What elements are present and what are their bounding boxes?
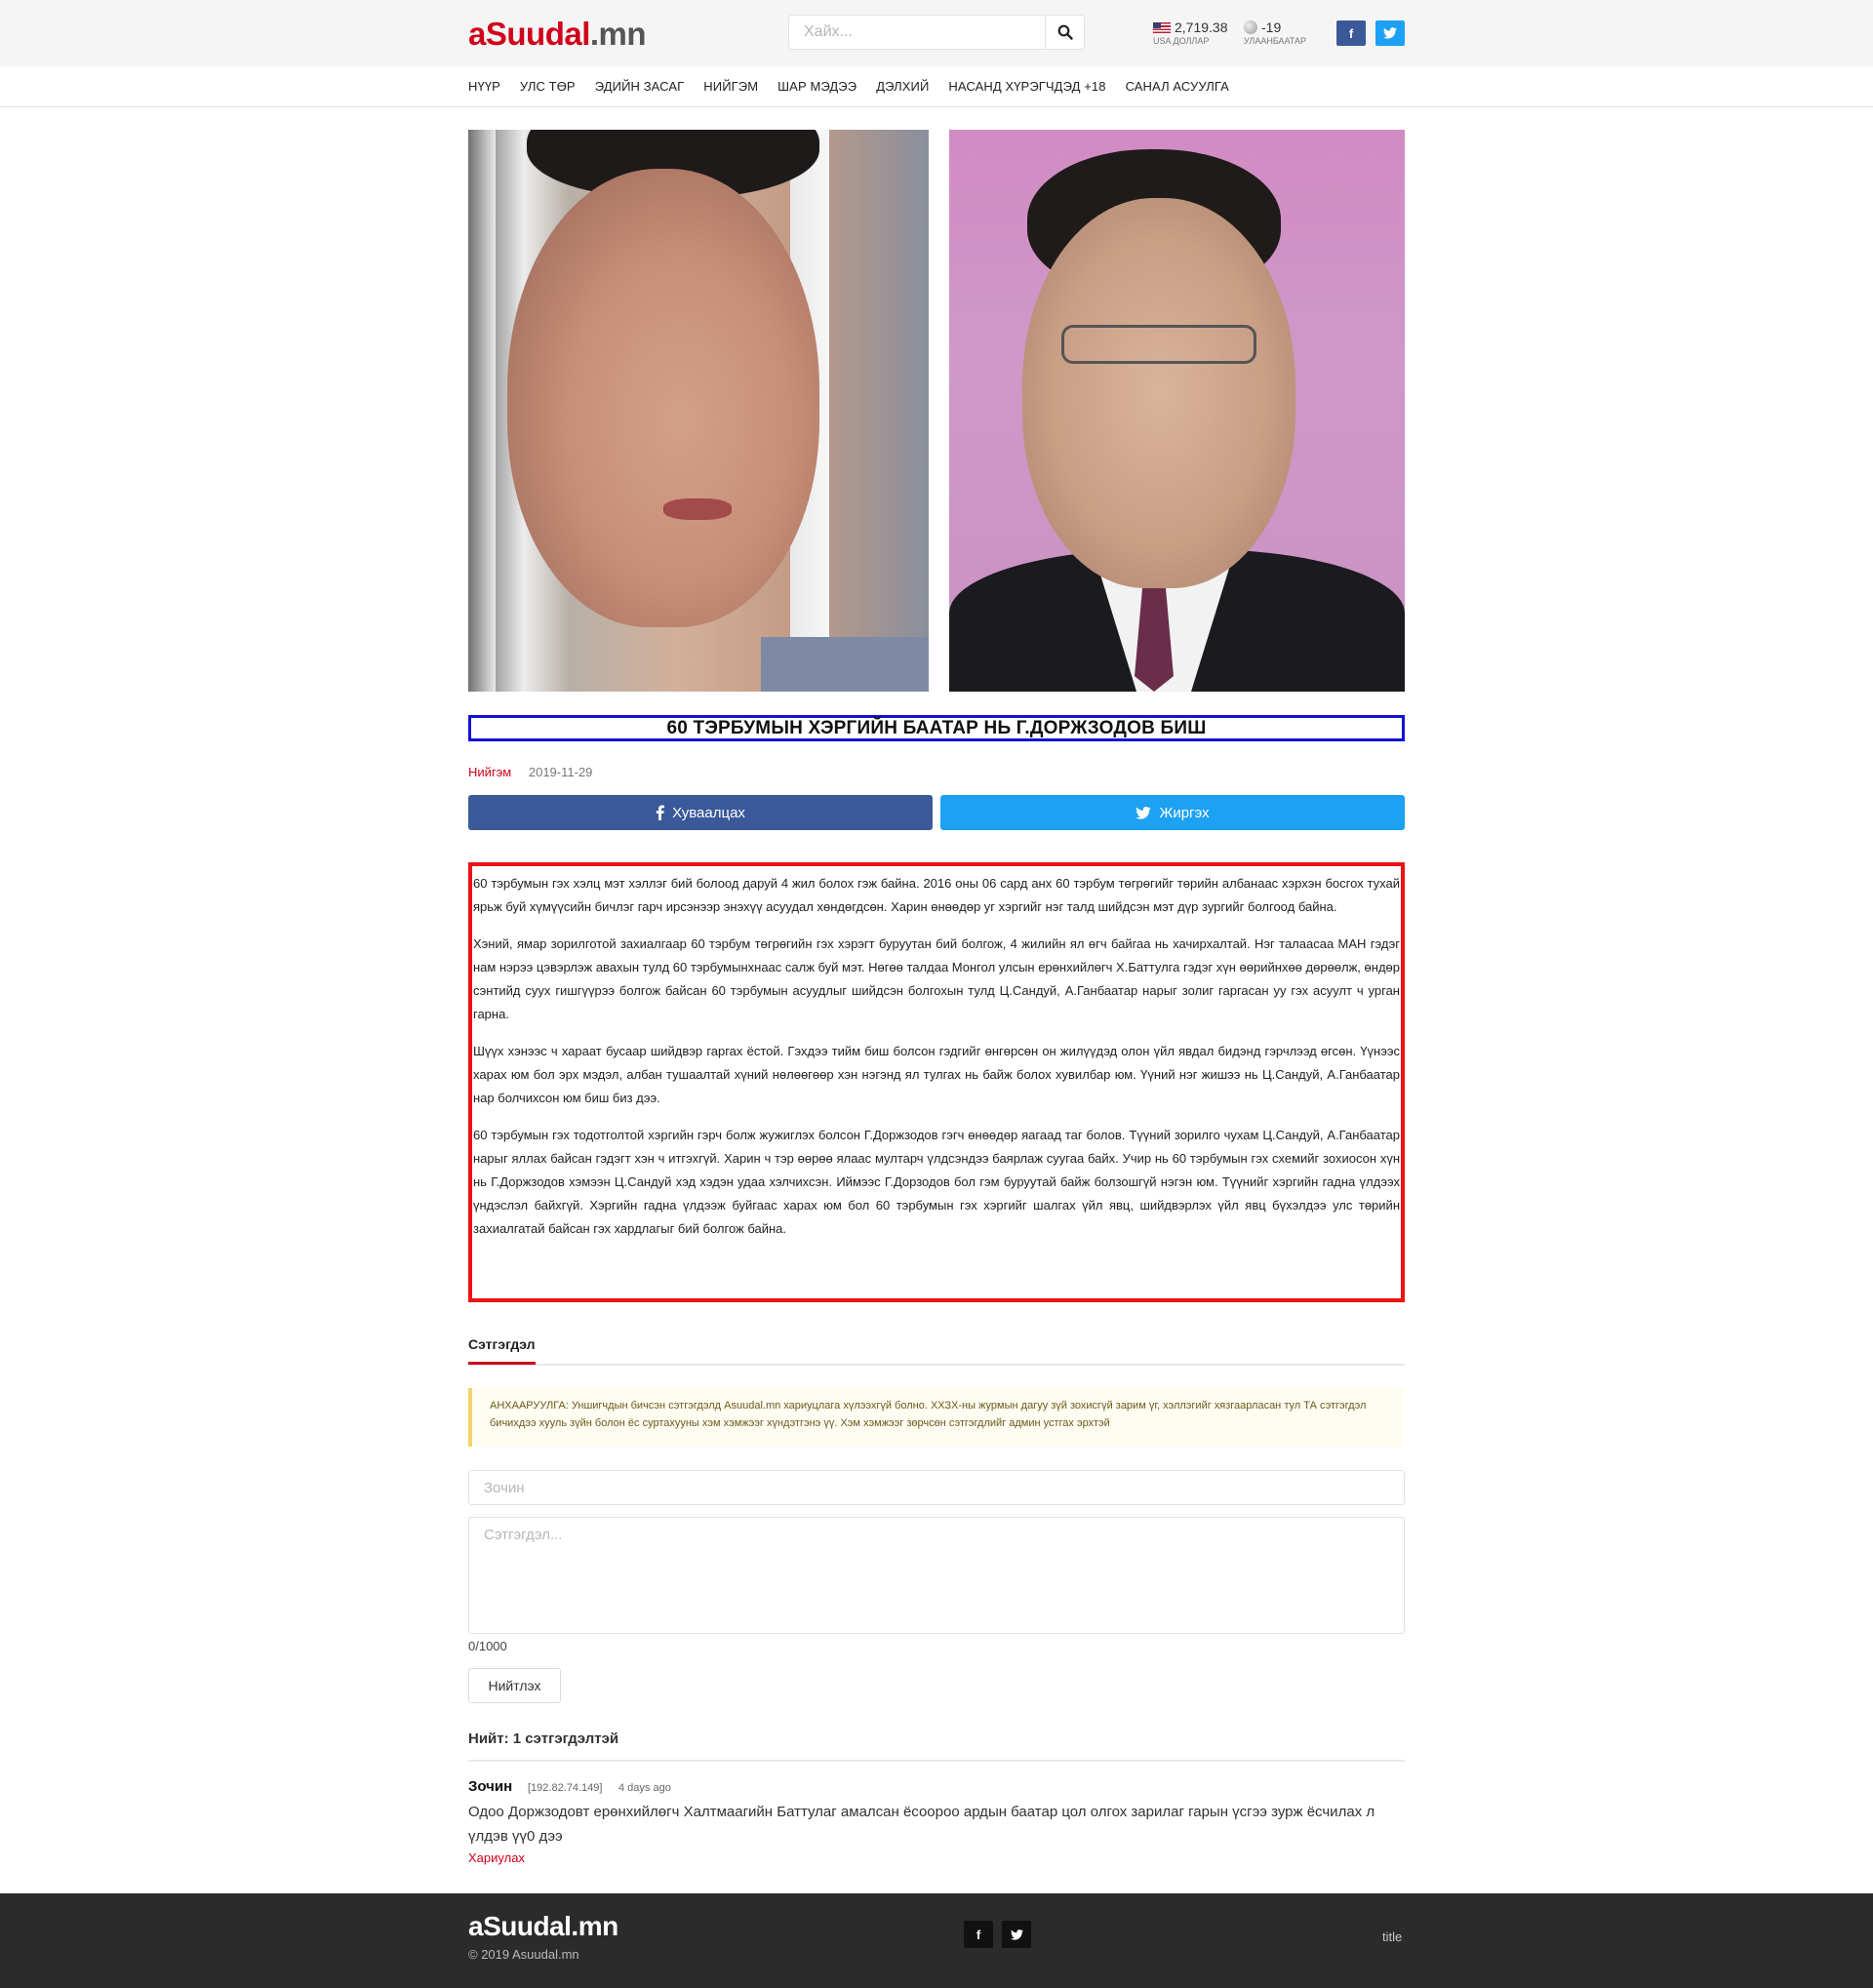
photo-right-face xyxy=(1022,198,1295,588)
article-meta: Нийгэм 2019-11-29 xyxy=(468,765,592,779)
article-paragraph: Хэний, ямар зорилготой захиалгаар 60 тэр… xyxy=(473,936,1400,1021)
photo-left-shirt xyxy=(761,637,929,692)
comments-total: Нийт: 1 сэтгэгдэлтэй xyxy=(468,1730,1405,1762)
tab-comments[interactable]: Сэтгэгдэл xyxy=(468,1336,536,1365)
nav-item-world[interactable]: ДЭЛХИЙ xyxy=(876,79,929,94)
facebook-button[interactable]: f xyxy=(1336,20,1366,46)
comment-author: Зочин xyxy=(468,1778,513,1795)
top-header: aЅuudal.mn 2,719.38 USA ДОЛЛАР -19 УЛААН… xyxy=(0,0,1873,66)
footer-copyright: © 2019 Asuudal.mn xyxy=(468,1947,579,1962)
article-date: 2019-11-29 xyxy=(528,765,593,779)
comment-ip: [192.82.74.149] xyxy=(528,1782,603,1794)
twitter-icon xyxy=(1136,806,1152,819)
nav-item-home[interactable]: НҮҮР xyxy=(468,79,500,94)
weather: -19 УЛААНБААТАР xyxy=(1244,20,1307,46)
facebook-icon: f xyxy=(1348,25,1354,41)
search-box xyxy=(788,15,1085,50)
comment-reply-link[interactable]: Хариулах xyxy=(468,1850,525,1865)
twitter-icon xyxy=(1010,1928,1023,1940)
share-facebook-button[interactable]: Хуваалцах xyxy=(468,795,933,830)
site-footer: aЅuudal.mn © 2019 Asuudal.mn f title xyxy=(0,1893,1873,1988)
usd-rate: 2,719.38 USA ДОЛЛАР xyxy=(1153,20,1228,46)
moon-icon xyxy=(1244,20,1257,34)
article-paragraph: 60 тэрбумын гэх тодотголтой хэргийн гэрч… xyxy=(473,1128,1400,1236)
main-nav: НҮҮР УЛС ТӨР ЭДИЙН ЗАСАГ НИЙГЭМ ШАР МЭДЭ… xyxy=(0,66,1873,107)
article-paragraph: Шүүх хэнээс ч хараат бусаар шийдвэр гарг… xyxy=(473,1044,1400,1105)
article-category[interactable]: Нийгэм xyxy=(468,765,511,779)
facebook-icon: f xyxy=(976,1927,981,1942)
share-twitter-button[interactable]: Жиргэх xyxy=(940,795,1405,830)
comment-text-input[interactable] xyxy=(468,1517,1405,1634)
article-title: 60 ТЭРБУМЫН ХЭРГИЙН БААТАР НЬ Г.ДОРЖЗОДО… xyxy=(666,718,1207,738)
comments-header: Сэтгэгдэл xyxy=(468,1336,1405,1366)
article-photo-left xyxy=(468,130,929,692)
comment-warning: АНХААРУУЛГА: Уншигчдын бичсэн сэтгэгдэлд… xyxy=(468,1388,1405,1447)
comment-char-counter: 0/1000 xyxy=(468,1639,507,1653)
search-input[interactable] xyxy=(789,16,1045,49)
footer-facebook-button[interactable]: f xyxy=(964,1921,993,1948)
comment-name-input[interactable] xyxy=(468,1470,1405,1505)
photo-right-glasses xyxy=(1061,325,1256,364)
twitter-button[interactable] xyxy=(1375,20,1405,46)
nav-item-politics[interactable]: УЛС ТӨР xyxy=(520,79,576,94)
nav-item-economy[interactable]: ЭДИЙН ЗАСАГ xyxy=(595,79,685,94)
comment-time: 4 days ago xyxy=(618,1782,671,1794)
site-logo[interactable]: aЅuudal.mn xyxy=(468,16,647,53)
nav-item-poll[interactable]: САНАЛ АСУУЛГА xyxy=(1126,79,1229,94)
footer-twitter-button[interactable] xyxy=(1002,1921,1031,1948)
photo-left-face xyxy=(507,169,819,627)
article-body: 60 тэрбумын гэх хэлц мэт хэллэг бий боло… xyxy=(468,862,1405,1302)
us-flag-icon xyxy=(1153,21,1171,33)
comment-text: Одоо Доржзодовт ерөнхийлөгч Халтмаагийн … xyxy=(468,1804,1375,1845)
post-comment-button[interactable]: Нийтлэх xyxy=(468,1668,561,1703)
nav-item-adults[interactable]: НАСАНД ХҮРЭГЧДЭД +18 xyxy=(948,79,1105,94)
photo-left-doorframe xyxy=(468,130,496,692)
footer-logo[interactable]: aЅuudal.mn xyxy=(468,1911,618,1942)
nav-item-gossip[interactable]: ШАР МЭДЭЭ xyxy=(777,79,857,94)
facebook-icon xyxy=(656,805,665,820)
article-photo-right xyxy=(949,130,1405,692)
article-title-box: 60 ТЭРБУМЫН ХЭРГИЙН БААТАР НЬ Г.ДОРЖЗОДО… xyxy=(468,715,1405,741)
article-paragraph: 60 тэрбумын гэх хэлц мэт хэллэг бий боло… xyxy=(473,876,1400,914)
search-button[interactable] xyxy=(1045,16,1084,49)
twitter-icon xyxy=(1383,27,1397,39)
nav-item-society[interactable]: НИЙГЭМ xyxy=(703,79,758,94)
search-icon xyxy=(1057,24,1073,40)
photo-left-mouth xyxy=(663,498,732,520)
footer-title-link[interactable]: title xyxy=(1382,1929,1402,1944)
